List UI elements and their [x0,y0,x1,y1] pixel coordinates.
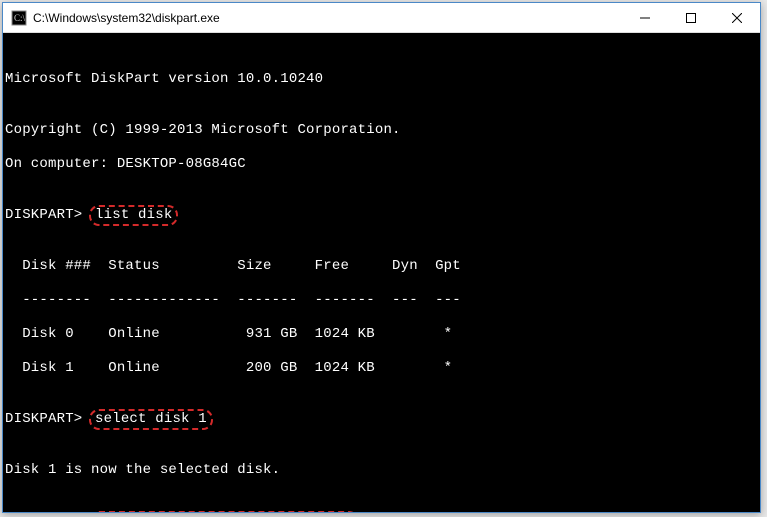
maximize-button[interactable] [668,3,714,32]
console-output[interactable]: Microsoft DiskPart version 10.0.10240 Co… [3,33,760,512]
prompt-line-1: DISKPART> list disk [5,207,758,224]
version-line: Microsoft DiskPart version 10.0.10240 [5,71,758,88]
cmd-select-disk: select disk 1 [89,409,213,430]
window-controls [622,3,760,32]
table-row: Disk 0 Online 931 GB 1024 KB * [5,326,758,343]
table-header: Disk ### Status Size Free Dyn Gpt [5,258,758,275]
console-window: C:\ C:\Windows\system32\diskpart.exe Mic… [2,2,761,513]
copyright-line: Copyright (C) 1999-2013 Microsoft Corpor… [5,122,758,139]
msg-selected: Disk 1 is now the selected disk. [5,462,758,479]
app-icon: C:\ [11,10,27,26]
prompt-label: DISKPART> [5,207,82,223]
prompt-label: DISKPART> [5,411,82,427]
cmd-list-disk: list disk [89,205,178,226]
cmd-attributes-clear: attributes disk clear readonly [89,511,359,512]
svg-text:C:\: C:\ [14,13,26,23]
table-row: Disk 1 Online 200 GB 1024 KB * [5,360,758,377]
minimize-button[interactable] [622,3,668,32]
computer-line: On computer: DESKTOP-08G84GC [5,156,758,173]
window-title: C:\Windows\system32\diskpart.exe [33,11,622,25]
close-button[interactable] [714,3,760,32]
titlebar[interactable]: C:\ C:\Windows\system32\diskpart.exe [3,3,760,33]
prompt-line-2: DISKPART> select disk 1 [5,411,758,428]
table-divider: -------- ------------- ------- ------- -… [5,292,758,309]
